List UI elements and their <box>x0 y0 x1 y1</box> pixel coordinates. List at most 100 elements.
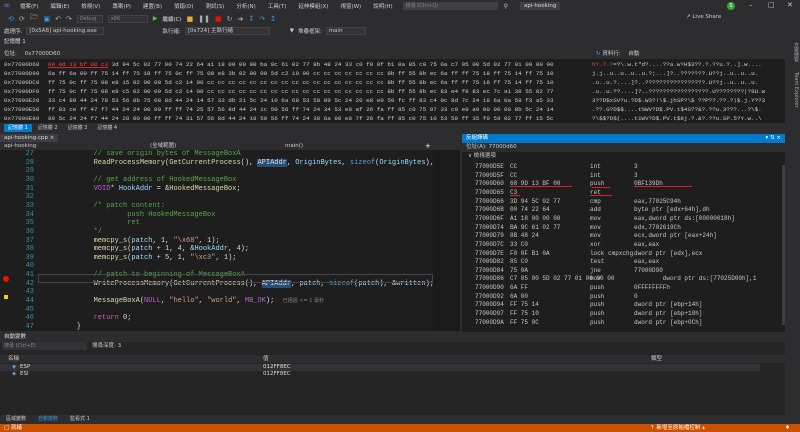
code-line[interactable]: 32 <box>0 193 433 202</box>
back-icon[interactable]: ⟲ <box>8 15 14 23</box>
disassembly-row[interactable]: 77000D86 C7 05 00 5D 02 77 01 00 00 00 mov… <box>462 274 772 283</box>
disassembly-row[interactable]: 77000D60 68 9D 13 BF 00 push 0BF139Dh <box>462 179 772 188</box>
code-line[interactable]: 27 // save origin bytes of MessageBoxA <box>0 150 433 159</box>
disassembly-row[interactable]: 77000D82 85 C0 test eax,eax <box>462 257 772 266</box>
columns-select[interactable]: 自動 <box>628 51 639 57</box>
platform-select[interactable]: x86 <box>107 14 148 23</box>
close-tab-icon[interactable]: × <box>50 135 55 141</box>
code-line[interactable]: 38 memcpy_s(patch + 1, 4, &HookAddr, 4); <box>0 245 433 254</box>
autos-row[interactable]: ◈ ESP 012FF8EC <box>0 364 760 371</box>
code-line[interactable]: 46 return 0; <box>0 314 433 323</box>
thread-select[interactable]: [0x724] 主執行緒 <box>184 26 270 35</box>
search-depth-select[interactable]: 3 <box>118 343 122 349</box>
show-next-statement-icon[interactable]: ➜ <box>237 15 243 23</box>
memory-row[interactable]: 0x77000E80 89 5c 24 24 f7 44 24 28 00 00 … <box>4 114 762 123</box>
code-line[interactable]: 37 memcpy_s(patch, 1, "\x68", 1); <box>0 237 433 246</box>
code-line[interactable]: 31 VOID* HookAddr = &HookedMessageBox; <box>0 185 433 194</box>
memory-row[interactable]: 0x77000DF0 ff 75 0c ff 75 08 e8 c5 02 00 … <box>4 87 765 96</box>
project-nav-select[interactable]: api-hooking <box>0 142 150 150</box>
tab-locals[interactable]: 區域變數 <box>2 415 30 424</box>
column-value[interactable]: 值 <box>263 355 269 363</box>
tab-api-hooking-cpp[interactable]: api-hooking.cpp × <box>0 134 59 142</box>
code-line[interactable]: 29 <box>0 167 433 176</box>
autos-search-input[interactable]: 搜尋 (Ctrl+E) <box>2 342 87 350</box>
memory-tab[interactable]: 記憶體 2 <box>34 124 62 132</box>
open-folder-icon[interactable]: 🗁 <box>30 13 39 24</box>
disassembly-row[interactable]: 77000D84 75 0A jne 77000D90 <box>462 266 772 275</box>
code-line[interactable]: 45 <box>0 306 433 315</box>
menu-item[interactable]: 說明(H) <box>367 2 398 10</box>
disassembly-row[interactable]: 77000D7E F0 0F B1 0A lock cmpxchg dword ptr… <box>462 249 772 258</box>
breakpoint-icon[interactable] <box>3 276 9 282</box>
tab-autos[interactable]: 自動變數 <box>34 415 62 424</box>
disassembly-row[interactable]: 77000D97 FF 75 10 push dword ptr [ebp+10h] <box>462 309 772 318</box>
filter-icon[interactable]: ▼ <box>290 28 294 34</box>
team-explorer-tab[interactable]: Team Explorer <box>793 72 799 108</box>
disassembly-row[interactable]: 77000D94 FF 75 14 push dword ptr [ebp+14h] <box>462 300 772 309</box>
disassembly-address-input[interactable]: 77000d60 <box>489 144 517 150</box>
memory-tab[interactable]: 記憶體 4 <box>93 124 121 132</box>
menu-item[interactable]: 檔案(F) <box>14 2 44 10</box>
disassembly-row[interactable]: 77000D6B 00 74 22 64 add byte ptr [edx+64h]… <box>462 205 772 214</box>
code-line[interactable]: 39 memcpy_s(patch + 5, 1, "\xc3", 1); <box>0 254 433 263</box>
disassembly-row[interactable]: 77000D9A FF 75 0C push dword ptr [ebp+0Ch] <box>462 318 772 327</box>
step-into-icon[interactable]: ↧ <box>248 15 254 23</box>
close-panel-icon[interactable]: ▾ ⇅ × <box>766 134 781 143</box>
process-select[interactable]: [0x5A8] api-hooking.exe <box>26 26 105 35</box>
memory-grid[interactable]: 0x77000D60 68 9d 13 bf 00 c3 3d 94 5c 02 … <box>0 59 785 123</box>
disassembly-row[interactable]: 77000D66 3D 94 5C 02 77 cmp eax,77025C94h <box>462 197 772 206</box>
menu-item[interactable]: 工具(T) <box>262 2 293 10</box>
code-minimap[interactable] <box>433 150 460 331</box>
code-line[interactable]: 47 } <box>0 323 433 331</box>
memory-row[interactable]: 0x77000D90 6a ff 6a 00 ff 75 14 ff 75 18 … <box>4 69 758 78</box>
code-line[interactable]: 43 <box>0 288 433 297</box>
menu-item[interactable]: 測試(S) <box>200 2 231 10</box>
member-nav-select[interactable]: main() <box>285 142 425 150</box>
disassembly-row[interactable]: 77000D90 6A FF push 0FFFFFFFFh <box>462 283 772 292</box>
forward-icon[interactable]: ⟳ <box>19 15 25 23</box>
memory-address-input[interactable]: 0x77000D60 <box>25 51 60 57</box>
memory-row[interactable]: 0x77000DC0 ff 75 0c ff 75 08 e8 15 02 00 … <box>4 78 758 87</box>
variable-value[interactable]: 012FF8EC <box>263 371 291 378</box>
menu-item[interactable]: 視窗(W) <box>334 2 367 10</box>
disassembly-row[interactable]: 77000D6F A1 18 00 00 00 mov eax,dword ptr d… <box>462 214 772 223</box>
stop-icon[interactable]: ■ <box>215 15 222 23</box>
menu-item[interactable]: 檢視(V) <box>75 2 106 10</box>
memory-tab[interactable]: 記憶體 3 <box>64 124 92 132</box>
menu-item[interactable]: 專案(P) <box>106 2 137 10</box>
disassembly-row[interactable]: 77000D79 8B 48 24 mov ecx,dword ptr [eax+24… <box>462 231 772 240</box>
memory-row[interactable]: 0x77000E20 33 c4 89 44 24 78 53 56 8b 75 … <box>4 96 765 105</box>
view-options-toggle[interactable]: ∨ 檢視選項 <box>462 152 785 161</box>
memory-row[interactable]: 0x77000E50 ff 83 ce ff 47 f7 44 24 24 00 … <box>4 105 762 114</box>
maximize-icon[interactable]: □ <box>768 1 775 9</box>
code-line[interactable]: 28 ReadProcessMemory(GetCurrentProcess()… <box>0 158 433 168</box>
code-editor[interactable]: 27 // save origin bytes of MessageBoxA 28… <box>0 150 433 331</box>
stack-frame-select[interactable]: main <box>325 26 366 35</box>
menu-item[interactable]: 延伸模組(X) <box>292 2 334 10</box>
search-icon[interactable]: ⚲ <box>504 3 508 10</box>
disassembly-row[interactable]: 77000D5F CC int 3 <box>462 171 772 180</box>
disassembly-scrollbar[interactable] <box>782 165 785 325</box>
code-line[interactable]: 36 */ <box>0 228 433 237</box>
notifications-icon[interactable]: ♦ <box>785 424 790 432</box>
minimize-icon[interactable]: – <box>749 1 753 9</box>
continue-button[interactable]: 繼續(C) <box>162 15 181 23</box>
redo-icon[interactable]: ↷ <box>66 15 72 23</box>
menu-item[interactable]: 編輯(E) <box>44 2 75 10</box>
memory-tab[interactable]: 記憶體 1 <box>4 124 32 132</box>
close-icon[interactable]: ✕ <box>787 1 793 9</box>
tab-watch-1[interactable]: 監看式 1 <box>66 415 94 424</box>
menu-item[interactable]: 建置(B) <box>137 2 168 10</box>
disassembly-row[interactable]: 77000D74 BA 9C 61 02 77 mov edx,7702619Ch <box>462 223 772 232</box>
code-line[interactable]: 30 // get address of HookedMessageBox <box>0 176 433 185</box>
scope-nav-select[interactable]: (全域範圍) <box>150 142 285 150</box>
disassembly-row[interactable]: 77000D5E CC int 3 <box>462 162 772 171</box>
memory-row[interactable]: 0x77000D60 68 9d 13 bf 00 c3 3d 94 5c 02 … <box>4 60 762 69</box>
autos-row[interactable]: ◈ ESI 012FF8EC <box>0 371 760 378</box>
disassembly-row[interactable]: 77000D7C 33 C0 xor eax,eax <box>462 240 772 249</box>
menu-item[interactable]: 分析(N) <box>230 2 261 10</box>
disassembly-row[interactable]: 77000D65 C3 ret <box>462 188 772 197</box>
process-icon[interactable]: ■ <box>187 15 194 23</box>
search-input[interactable]: 搜尋 (Ctrl+Q) <box>402 2 498 10</box>
solution-explorer-tab[interactable]: 方案總管 <box>793 42 799 62</box>
